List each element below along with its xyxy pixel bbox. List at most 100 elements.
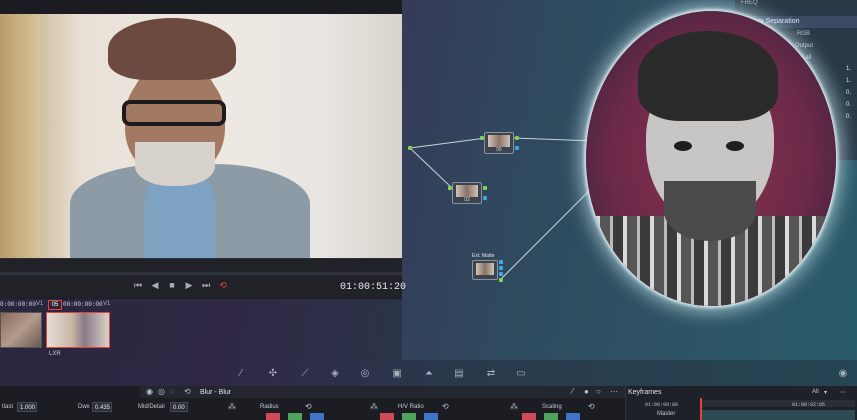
clip-track: V1 — [103, 301, 111, 307]
magic-mask-icon[interactable]: ▣ — [390, 368, 404, 379]
clip-timecode: 0:00:00:00 — [0, 301, 37, 308]
matte-output-port[interactable] — [499, 266, 503, 270]
param-label: Mid/Detail — [138, 404, 165, 410]
panel-value: 1. — [846, 66, 852, 72]
keyframes-track[interactable] — [702, 410, 855, 420]
presenter-portrait — [586, 11, 836, 306]
curves-icon[interactable]: ⁄ — [234, 368, 248, 379]
red-channel-chip[interactable] — [522, 413, 536, 420]
clip-number-badge: 05 — [48, 300, 62, 310]
blue-channel-chip[interactable] — [424, 413, 438, 420]
tracker-icon[interactable]: ◎ — [358, 368, 372, 379]
step-back-icon[interactable]: ◀ — [150, 280, 160, 291]
section-label: Radius — [260, 404, 279, 410]
stop-icon[interactable]: ■ — [167, 280, 177, 291]
more-options-icon[interactable]: ⋯ — [610, 387, 618, 396]
viewer-video[interactable] — [0, 14, 402, 264]
more-options-icon[interactable]: ⋯ — [840, 389, 846, 396]
scrubber-track[interactable] — [0, 272, 402, 275]
reset-icon[interactable]: ⟲ — [305, 402, 312, 411]
green-channel-chip[interactable] — [402, 413, 416, 420]
param-value-field[interactable]: 1.000 — [17, 402, 37, 412]
red-channel-chip[interactable] — [266, 413, 280, 420]
panel-value: 0. — [846, 90, 852, 96]
3d-icon[interactable]: ▭ — [514, 368, 528, 379]
drop-icon[interactable]: ● — [584, 387, 589, 396]
sizing-icon[interactable]: ⇄ — [484, 368, 498, 379]
green-channel-chip[interactable] — [288, 413, 302, 420]
keyframes-end-timecode: 01:00:02:05 — [792, 402, 826, 408]
link-icon[interactable]: ⁂ — [228, 402, 236, 411]
reset-icon[interactable]: ⟲ — [184, 387, 191, 396]
red-channel-chip[interactable] — [380, 413, 394, 420]
eyedropper-icon[interactable]: ⁄ — [572, 387, 573, 396]
matte-output-port[interactable] — [499, 260, 503, 264]
section-label: Scaling — [542, 404, 562, 410]
reset-icon[interactable]: ⟲ — [588, 402, 595, 411]
subject-cap — [108, 18, 236, 80]
key-icon[interactable]: ▤ — [452, 368, 466, 379]
node-output-port[interactable] — [515, 136, 519, 140]
section-label: H/V Ratio — [398, 404, 424, 410]
link-icon[interactable]: ⁂ — [510, 402, 518, 411]
panel-value: 0. — [846, 114, 852, 120]
panel-header: FREQ — [741, 0, 758, 6]
keyframes-ruler[interactable] — [700, 400, 855, 407]
reset-icon[interactable]: ⟲ — [442, 402, 449, 411]
param-label: tlast — [2, 404, 14, 410]
mist-mode-icon[interactable]: ◌ — [170, 387, 175, 396]
clip-track: V1 — [36, 301, 44, 307]
window-icon[interactable]: ◈ — [328, 368, 342, 379]
loop-icon[interactable]: ⟲ — [218, 280, 228, 291]
node-output-port[interactable] — [483, 196, 487, 200]
blue-channel-chip[interactable] — [566, 413, 580, 420]
node-label: 02 — [464, 197, 470, 203]
keyframes-track-label: Master — [657, 411, 676, 417]
blur-mode-icon[interactable]: ◉ — [146, 387, 153, 396]
blur-panel-title: Blur - Blur — [200, 389, 232, 396]
color-warper-icon[interactable]: ✣ — [266, 368, 280, 379]
sharpen-mode-icon[interactable]: ◎ — [158, 387, 165, 396]
panel-row: RGB — [797, 31, 811, 37]
keyframes-playhead[interactable] — [700, 398, 702, 420]
param-value-field[interactable]: 0.00 — [170, 402, 188, 412]
chevron-down-icon[interactable]: ▾ — [824, 389, 827, 396]
clip-thumbnail[interactable] — [0, 312, 42, 348]
door-frame — [0, 14, 40, 258]
node-thumbnail — [476, 263, 494, 275]
ext-matte-node[interactable] — [472, 260, 498, 280]
drop-outline-icon[interactable]: ○ — [596, 387, 601, 396]
clip-timecode: 00:00:00:00 — [63, 301, 103, 308]
presenter-beard — [664, 181, 756, 241]
matte-output-port[interactable] — [499, 278, 503, 282]
matte-output-port[interactable] — [499, 272, 503, 276]
panel-value: 0. — [846, 102, 852, 108]
keyframes-filter[interactable]: All — [812, 389, 819, 395]
node-output-port[interactable] — [515, 146, 519, 150]
node-02[interactable]: 02 — [452, 182, 482, 204]
node-output-port[interactable] — [483, 186, 487, 190]
panel-row: Output — [795, 43, 814, 49]
viewer-timecode: 01:00:51:20 — [340, 282, 407, 293]
green-channel-chip[interactable] — [544, 413, 558, 420]
subject-shirt — [145, 174, 215, 264]
qualifier-icon[interactable]: ⟋ — [298, 368, 312, 379]
node-05[interactable]: 05 — [484, 132, 514, 154]
skip-forward-icon[interactable]: ⏭ — [201, 280, 211, 291]
skip-back-icon[interactable]: ⏮ — [133, 280, 143, 291]
presenter-eye — [726, 141, 744, 151]
node-input-port[interactable] — [448, 186, 452, 190]
display-icon[interactable]: ◉ — [836, 368, 850, 379]
blur-icon[interactable]: ⏶ — [422, 368, 436, 379]
node-label: 05 — [496, 147, 502, 153]
param-value-field[interactable]: 0.435 — [92, 402, 112, 412]
input-port[interactable] — [408, 146, 412, 150]
panel-value: 1. — [846, 78, 852, 84]
link-icon[interactable]: ⁂ — [370, 402, 378, 411]
node-input-port[interactable] — [480, 136, 484, 140]
presenter-eye — [674, 141, 692, 151]
blue-channel-chip[interactable] — [310, 413, 324, 420]
connection-line — [409, 147, 453, 189]
clip-thumbnail-selected[interactable] — [46, 312, 110, 348]
play-icon[interactable]: ▶ — [184, 280, 194, 291]
